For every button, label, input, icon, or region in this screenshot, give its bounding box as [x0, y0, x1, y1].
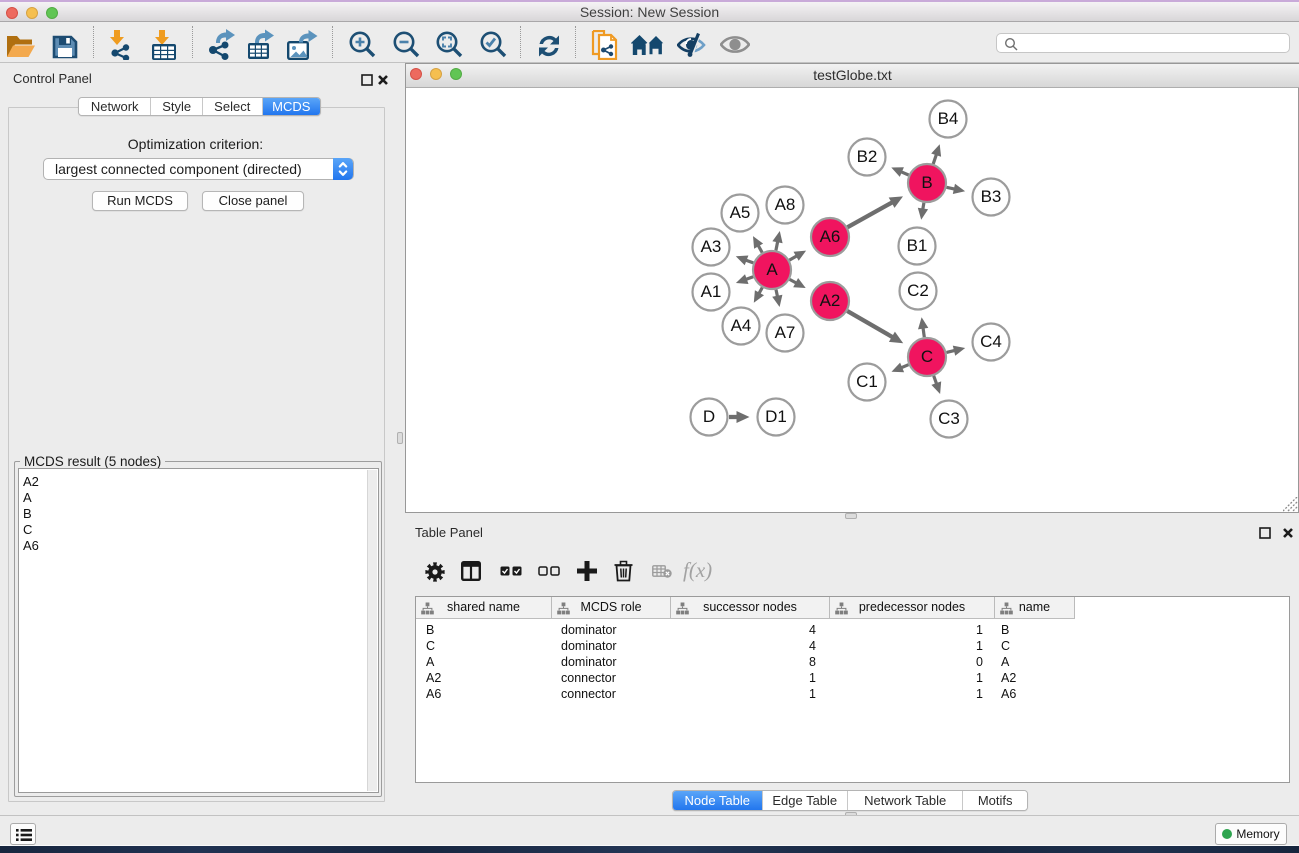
- svg-text:B2: B2: [857, 147, 878, 166]
- svg-text:B: B: [921, 173, 932, 192]
- svg-text:A4: A4: [731, 316, 752, 335]
- svg-text:C1: C1: [856, 372, 878, 391]
- svg-text:B3: B3: [981, 187, 1002, 206]
- svg-text:A7: A7: [775, 323, 796, 342]
- svg-text:C2: C2: [907, 281, 929, 300]
- svg-text:A6: A6: [820, 227, 841, 246]
- svg-text:C: C: [921, 347, 933, 366]
- svg-text:B1: B1: [907, 236, 928, 255]
- svg-text:B4: B4: [938, 109, 959, 128]
- svg-text:A5: A5: [730, 203, 751, 222]
- svg-text:D1: D1: [765, 407, 787, 426]
- svg-text:D: D: [703, 407, 715, 426]
- svg-text:A2: A2: [820, 291, 841, 310]
- svg-text:C3: C3: [938, 409, 960, 428]
- svg-text:A8: A8: [775, 195, 796, 214]
- svg-text:C4: C4: [980, 332, 1002, 351]
- svg-text:A1: A1: [701, 282, 722, 301]
- svg-text:A: A: [766, 260, 778, 279]
- svg-text:A3: A3: [701, 237, 722, 256]
